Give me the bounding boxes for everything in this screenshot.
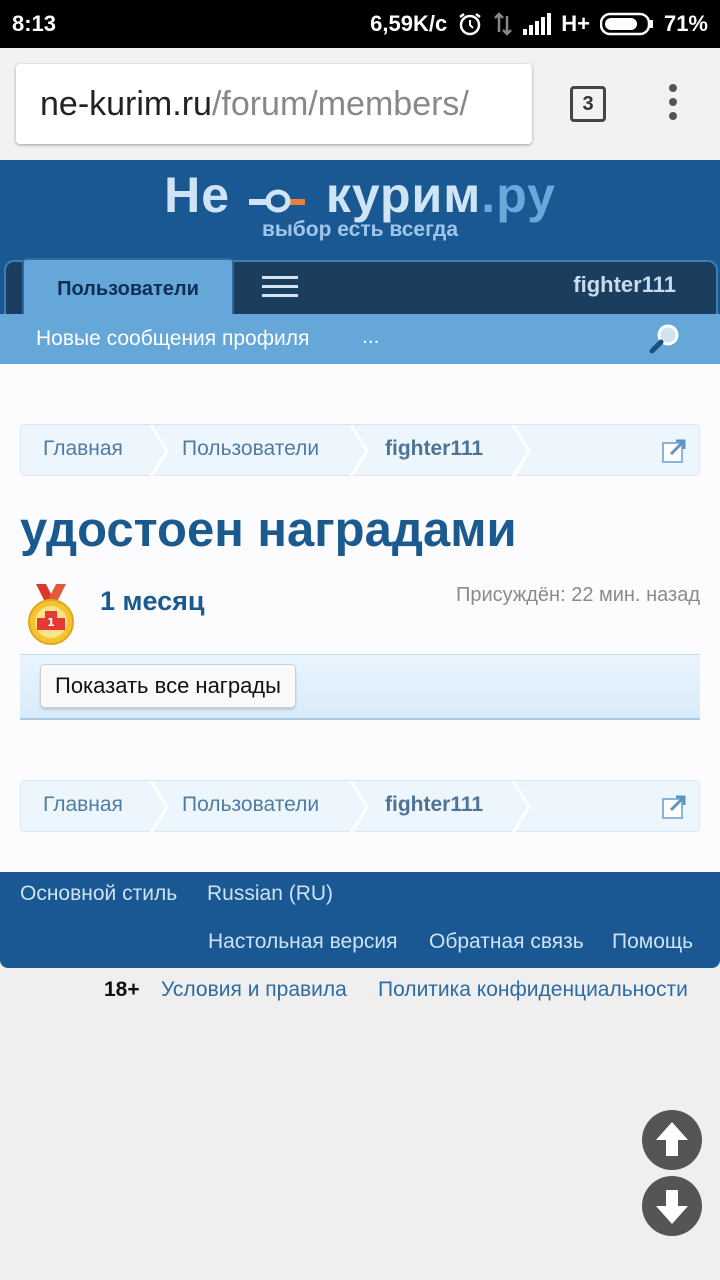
page-title: удостоен наградами xyxy=(20,503,517,557)
award-name[interactable]: 1 месяц xyxy=(100,586,205,617)
footer-style-chooser[interactable]: Основной стиль xyxy=(20,882,177,906)
battery-level: 71% xyxy=(663,11,708,36)
breadcrumb-current-user[interactable]: fighter111 xyxy=(385,437,483,461)
network-speed: 6,59K/с xyxy=(370,11,448,36)
age-rating: 18+ xyxy=(104,978,140,1001)
button-bar: Показать все награды xyxy=(20,654,700,720)
breadcrumb-separator xyxy=(511,781,531,833)
search-icon[interactable] xyxy=(648,322,682,356)
breadcrumb-home[interactable]: Главная xyxy=(43,793,123,817)
popout-icon[interactable] xyxy=(661,438,687,464)
footer-language-chooser[interactable]: Russian (RU) xyxy=(207,882,333,906)
subnav-more[interactable]: ... xyxy=(362,325,380,349)
footer-desktop-version[interactable]: Настольная версия xyxy=(208,930,398,954)
scroll-up-icon[interactable] xyxy=(642,1110,702,1170)
breadcrumb-users[interactable]: Пользователи xyxy=(182,793,319,817)
legal-links: 18+ Условия и правила Политика конфиденц… xyxy=(0,976,720,1006)
url-path: /forum/members/ xyxy=(211,85,469,123)
medal-label: 1 xyxy=(47,616,55,629)
overflow-menu-icon[interactable] xyxy=(660,84,686,128)
breadcrumb-home[interactable]: Главная xyxy=(43,437,123,461)
status-right: 6,59K/с H+ 71% xyxy=(370,11,708,37)
browser-toolbar: ne-kurim.ru/forum/members/ 3 xyxy=(0,48,720,160)
main-nav: Пользователи fighter111 xyxy=(0,258,720,316)
url-host: ne-kurim.ru xyxy=(40,85,212,123)
address-bar[interactable]: ne-kurim.ru/forum/members/ xyxy=(16,64,532,144)
logo-tld: .ру xyxy=(481,167,556,223)
site-footer: Основной стиль Russian (RU) Настольная в… xyxy=(0,872,720,968)
network-type: H+ xyxy=(561,11,590,36)
breadcrumb-separator xyxy=(349,425,369,477)
award-item: 1 1 месяц Присуждён: 22 мин. назад xyxy=(20,582,700,652)
logo-left: Не xyxy=(164,167,231,223)
breadcrumb-separator xyxy=(349,781,369,833)
main-content: Главная Пользователи fighter111 удостоен… xyxy=(0,364,720,872)
award-date: Присуждён: 22 мин. назад xyxy=(455,584,700,606)
breadcrumb-separator xyxy=(149,425,169,477)
tab-users[interactable]: Пользователи xyxy=(22,258,234,316)
logo-tagline: выбор есть всегда xyxy=(261,218,459,241)
breadcrumb-separator xyxy=(511,425,531,477)
show-all-awards-button[interactable]: Показать все награды xyxy=(40,664,296,708)
breadcrumb-users[interactable]: Пользователи xyxy=(182,437,319,461)
subnav-new-profile-posts[interactable]: Новые сообщения профиля xyxy=(36,327,309,351)
status-bar: 8:13 6,59K/с H+ 71% xyxy=(0,0,720,48)
tabs-icon[interactable]: 3 xyxy=(570,86,606,122)
alarm-icon xyxy=(457,11,483,37)
breadcrumb-separator xyxy=(149,781,169,833)
site-logo[interactable]: Не курим.ру выбор есть всегда xyxy=(0,160,720,260)
sub-nav: Новые сообщения профиля ... xyxy=(0,314,720,364)
footer-feedback[interactable]: Обратная связь xyxy=(429,930,584,954)
breadcrumb-bottom: Главная Пользователи fighter111 xyxy=(20,780,700,833)
battery-icon xyxy=(599,12,654,36)
logo-right: курим xyxy=(325,167,482,223)
footer-help[interactable]: Помощь xyxy=(612,930,693,954)
site-header: Не курим.ру выбор есть всегда Пользовате… xyxy=(0,160,720,364)
breadcrumb: Главная Пользователи fighter111 xyxy=(20,424,700,477)
nav-username[interactable]: fighter111 xyxy=(573,272,676,298)
logo-text: Не курим.ру xyxy=(0,166,720,224)
terms-link[interactable]: Условия и правила xyxy=(161,978,347,1002)
hamburger-icon[interactable] xyxy=(262,276,298,300)
privacy-link[interactable]: Политика конфиденциальности xyxy=(378,978,688,1002)
scroll-down-icon[interactable] xyxy=(642,1176,702,1236)
knotted-cigarette-icon xyxy=(248,189,305,213)
medal-icon: 1 xyxy=(28,584,74,645)
breadcrumb-current-user[interactable]: fighter111 xyxy=(385,793,483,817)
data-arrows-icon xyxy=(493,12,513,36)
status-time: 8:13 xyxy=(12,11,57,36)
popout-icon[interactable] xyxy=(661,794,687,820)
signal-icon xyxy=(523,13,552,35)
